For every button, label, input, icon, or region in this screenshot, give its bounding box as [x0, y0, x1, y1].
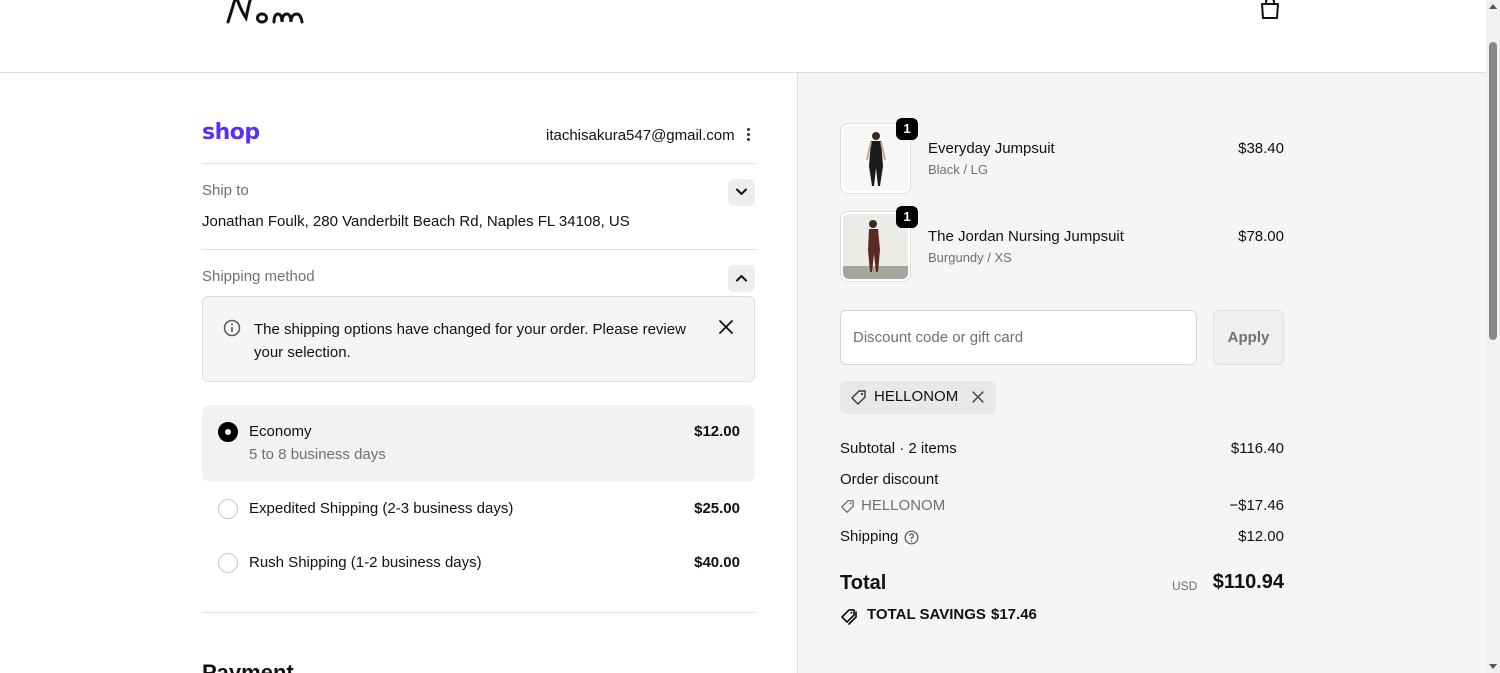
scroll-up-icon[interactable] [1489, 4, 1497, 9]
help-icon[interactable] [904, 530, 919, 545]
product-thumbnail: 1 [840, 206, 918, 282]
account-menu-icon[interactable] [742, 127, 754, 145]
payment-heading: Payment [202, 660, 294, 673]
close-icon[interactable] [717, 318, 735, 336]
product-price: $38.40 [1238, 140, 1284, 157]
apply-discount-button[interactable]: Apply [1213, 310, 1284, 365]
product-name: Everyday Jumpsuit [928, 140, 1055, 157]
account-email: itachisakura547@gmail.com [546, 127, 735, 144]
quantity-badge: 1 [896, 206, 918, 228]
radio-economy[interactable] [218, 422, 238, 442]
applied-discount-code: HELLONOM [874, 388, 959, 405]
total-value: $110.94 [1212, 571, 1284, 593]
shipping-option-name: Rush Shipping (1-2 business days) [249, 554, 482, 571]
divider [202, 612, 755, 613]
order-discount-code-text: HELLONOM [861, 497, 946, 514]
shipping-label: Shipping [840, 528, 899, 545]
product-variant: Burgundy / XS [928, 250, 1012, 265]
total-currency: USD [1172, 579, 1198, 593]
shipping-option-expedited[interactable]: Expedited Shipping (2-3 business days) $… [202, 487, 755, 531]
total-savings-label: TOTAL SAVINGS [867, 606, 986, 623]
radio-expedited[interactable] [218, 499, 238, 519]
subtotal-label: Subtotal · 2 items [840, 440, 957, 457]
discount-code-input[interactable] [840, 310, 1197, 365]
divider [202, 163, 755, 164]
tag-icon [851, 390, 866, 405]
divider [202, 249, 755, 250]
scroll-down-icon[interactable] [1489, 664, 1497, 669]
shipping-option-name: Economy [249, 423, 312, 440]
ship-to-address: Jonathan Foulk, 280 Vanderbilt Beach Rd,… [202, 213, 630, 230]
shopping-bag-icon[interactable] [1258, 0, 1282, 20]
site-header [0, 0, 1486, 73]
shipping-option-economy[interactable]: Economy 5 to 8 business days $12.00 [202, 405, 755, 482]
ship-to-toggle-button[interactable] [728, 179, 755, 206]
ship-to-label: Ship to [202, 182, 249, 199]
product-name: The Jordan Nursing Jumpsuit [928, 228, 1124, 245]
product-thumbnail: 1 [840, 118, 918, 194]
order-discount-value: −$17.46 [1229, 497, 1284, 514]
shop-pay-logo: shop [202, 120, 260, 145]
shipping-method-label: Shipping method [202, 268, 315, 285]
chevron-down-icon [736, 188, 747, 195]
info-icon [223, 319, 241, 337]
total-label: Total [840, 572, 887, 594]
shipping-option-price: $25.00 [694, 500, 740, 517]
total-savings-value: $17.46 [991, 606, 1037, 623]
shipping-option-name: Expedited Shipping (2-3 business days) [249, 500, 514, 517]
shipping-change-notice: The shipping options have changed for yo… [202, 296, 755, 382]
shipping-option-detail: 5 to 8 business days [249, 446, 386, 463]
quantity-badge: 1 [896, 118, 918, 140]
nom-logo[interactable] [222, 0, 332, 28]
page-scrollbar[interactable] [1486, 0, 1500, 673]
shipping-method-toggle-button[interactable] [728, 265, 755, 292]
subtotal-value: $116.40 [1230, 440, 1284, 457]
shipping-option-price: $12.00 [694, 423, 740, 440]
applied-discount-chip: HELLONOM [840, 381, 996, 414]
product-variant: Black / LG [928, 162, 988, 177]
notice-text: The shipping options have changed for yo… [254, 321, 686, 361]
tags-icon [841, 609, 857, 625]
shipping-option-price: $40.00 [694, 554, 740, 571]
chevron-up-icon [736, 275, 747, 282]
order-discount-label: Order discount [840, 471, 939, 488]
shipping-option-rush[interactable]: Rush Shipping (1-2 business days) $40.00 [202, 541, 755, 585]
shipping-value: $12.00 [1238, 528, 1284, 545]
product-price: $78.00 [1238, 228, 1284, 245]
tag-icon [841, 500, 854, 513]
radio-rush[interactable] [218, 553, 238, 573]
remove-discount-icon[interactable] [971, 390, 985, 404]
scroll-thumb[interactable] [1489, 42, 1497, 340]
